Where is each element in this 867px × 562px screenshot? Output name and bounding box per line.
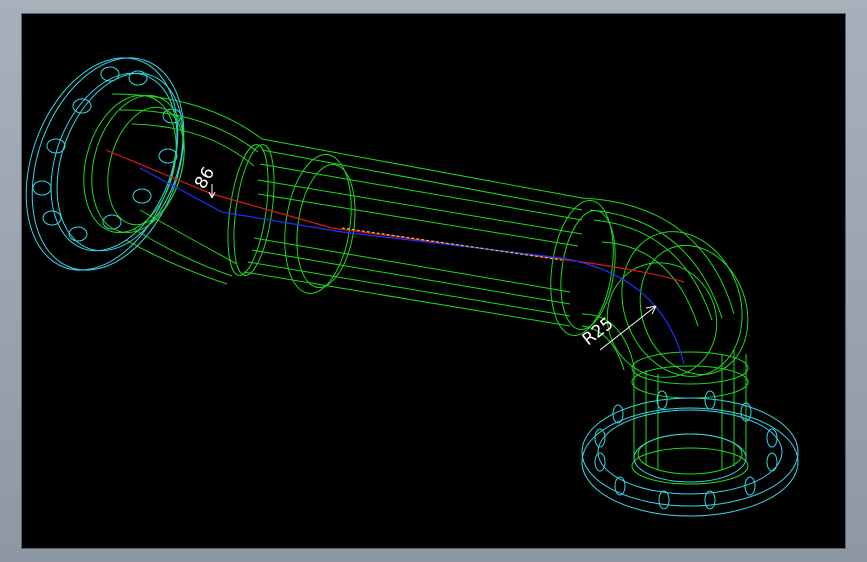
cad-viewport[interactable]: R25 86 (21, 13, 846, 549)
pipe-body (83, 93, 749, 485)
bottom-flange (581, 390, 799, 517)
wireframe-drawing: R25 86 (25, 57, 799, 517)
bottom-flange-bolts (594, 390, 778, 510)
window-frame: R25 86 (0, 0, 867, 562)
small-dimension-label: 86 (191, 164, 219, 193)
